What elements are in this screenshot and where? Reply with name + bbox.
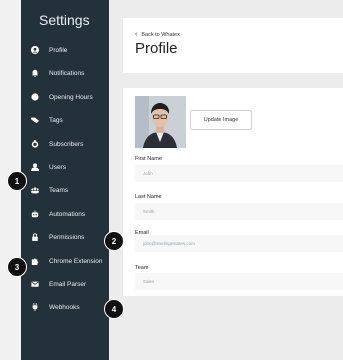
main-content: ‹ Back to Whatex Profile Update Image Fi…: [109, 0, 343, 360]
sidebar-item-permissions[interactable]: Permissions: [29, 230, 109, 244]
first-name-field[interactable]: [135, 165, 343, 182]
sidebar-item-label: Opening Hours: [49, 93, 93, 101]
sidebar-item-label: Chrome Extension: [49, 257, 103, 265]
back-link-label: Back to Whatex: [141, 31, 180, 38]
team-icon: [29, 184, 41, 196]
tag-icon: [29, 114, 41, 126]
sidebar-item-label: Users: [49, 163, 66, 171]
sidebar-item-notifications[interactable]: Notifications: [29, 66, 109, 80]
avatar: [135, 96, 186, 148]
sidebar-item-webhooks[interactable]: Webhooks: [29, 300, 109, 314]
sidebar-item-label: Teams: [49, 186, 69, 194]
sidebar-item-automations[interactable]: Automations: [29, 207, 109, 221]
last-name-label: Last Name: [135, 194, 162, 200]
sidebar-item-opening-hours[interactable]: Opening Hours: [29, 90, 109, 104]
chevron-left-icon: ‹: [135, 31, 138, 38]
sidebar-title: Settings: [39, 12, 90, 28]
subscribers-icon: [29, 138, 41, 150]
sidebar-item-users[interactable]: Users: [29, 160, 109, 174]
sidebar-item-label: Email Parser: [49, 280, 87, 288]
sidebar-item-label: Automations: [49, 210, 86, 218]
update-image-button[interactable]: Update Image: [190, 110, 252, 130]
sidebar-item-tags[interactable]: Tags: [29, 113, 109, 127]
sidebar-item-label: Notifications: [49, 69, 85, 77]
bell-icon: [29, 67, 41, 79]
back-link[interactable]: ‹ Back to Whatex: [135, 31, 180, 38]
first-name-label: First Name: [135, 156, 162, 162]
sidebar-item-teams[interactable]: Teams: [29, 183, 109, 197]
settings-sidebar: Settings Profile Notifications Opening H…: [21, 0, 109, 360]
last-name-field[interactable]: [135, 203, 343, 220]
user-icon: [29, 161, 41, 173]
envelope-icon: [29, 278, 41, 290]
lock-icon: [29, 231, 41, 243]
robot-icon: [29, 208, 41, 220]
sidebar-item-profile[interactable]: Profile: [29, 43, 109, 57]
sidebar-item-subscribers[interactable]: Subscribers: [29, 137, 109, 151]
sidebar-item-email-parser[interactable]: Email Parser: [29, 277, 109, 291]
sidebar-item-label: Webhooks: [49, 303, 80, 311]
sidebar-item-chrome-extension[interactable]: Chrome Extension: [29, 254, 109, 268]
team-field[interactable]: [135, 273, 343, 290]
email-field[interactable]: [135, 235, 343, 252]
sidebar-item-label: Tags: [49, 116, 63, 124]
clock-icon: [29, 91, 41, 103]
callout-badge-3: 3: [8, 258, 26, 276]
callout-badge-2: 2: [105, 232, 123, 250]
page-title: Profile: [135, 40, 178, 57]
callout-badge-4: 4: [105, 300, 123, 318]
profile-form: Update Image First Name Last Name Email …: [123, 88, 343, 296]
page-header: ‹ Back to Whatex Profile: [123, 18, 343, 73]
sidebar-item-label: Subscribers: [49, 140, 84, 148]
callout-badge-1: 1: [8, 172, 26, 190]
sidebar-item-label: Permissions: [49, 233, 85, 241]
sidebar-item-label: Profile: [49, 46, 68, 54]
team-label: Team: [135, 265, 149, 271]
user-circle-icon: [29, 44, 41, 56]
plug-icon: [29, 301, 41, 313]
puzzle-icon: [29, 255, 41, 267]
